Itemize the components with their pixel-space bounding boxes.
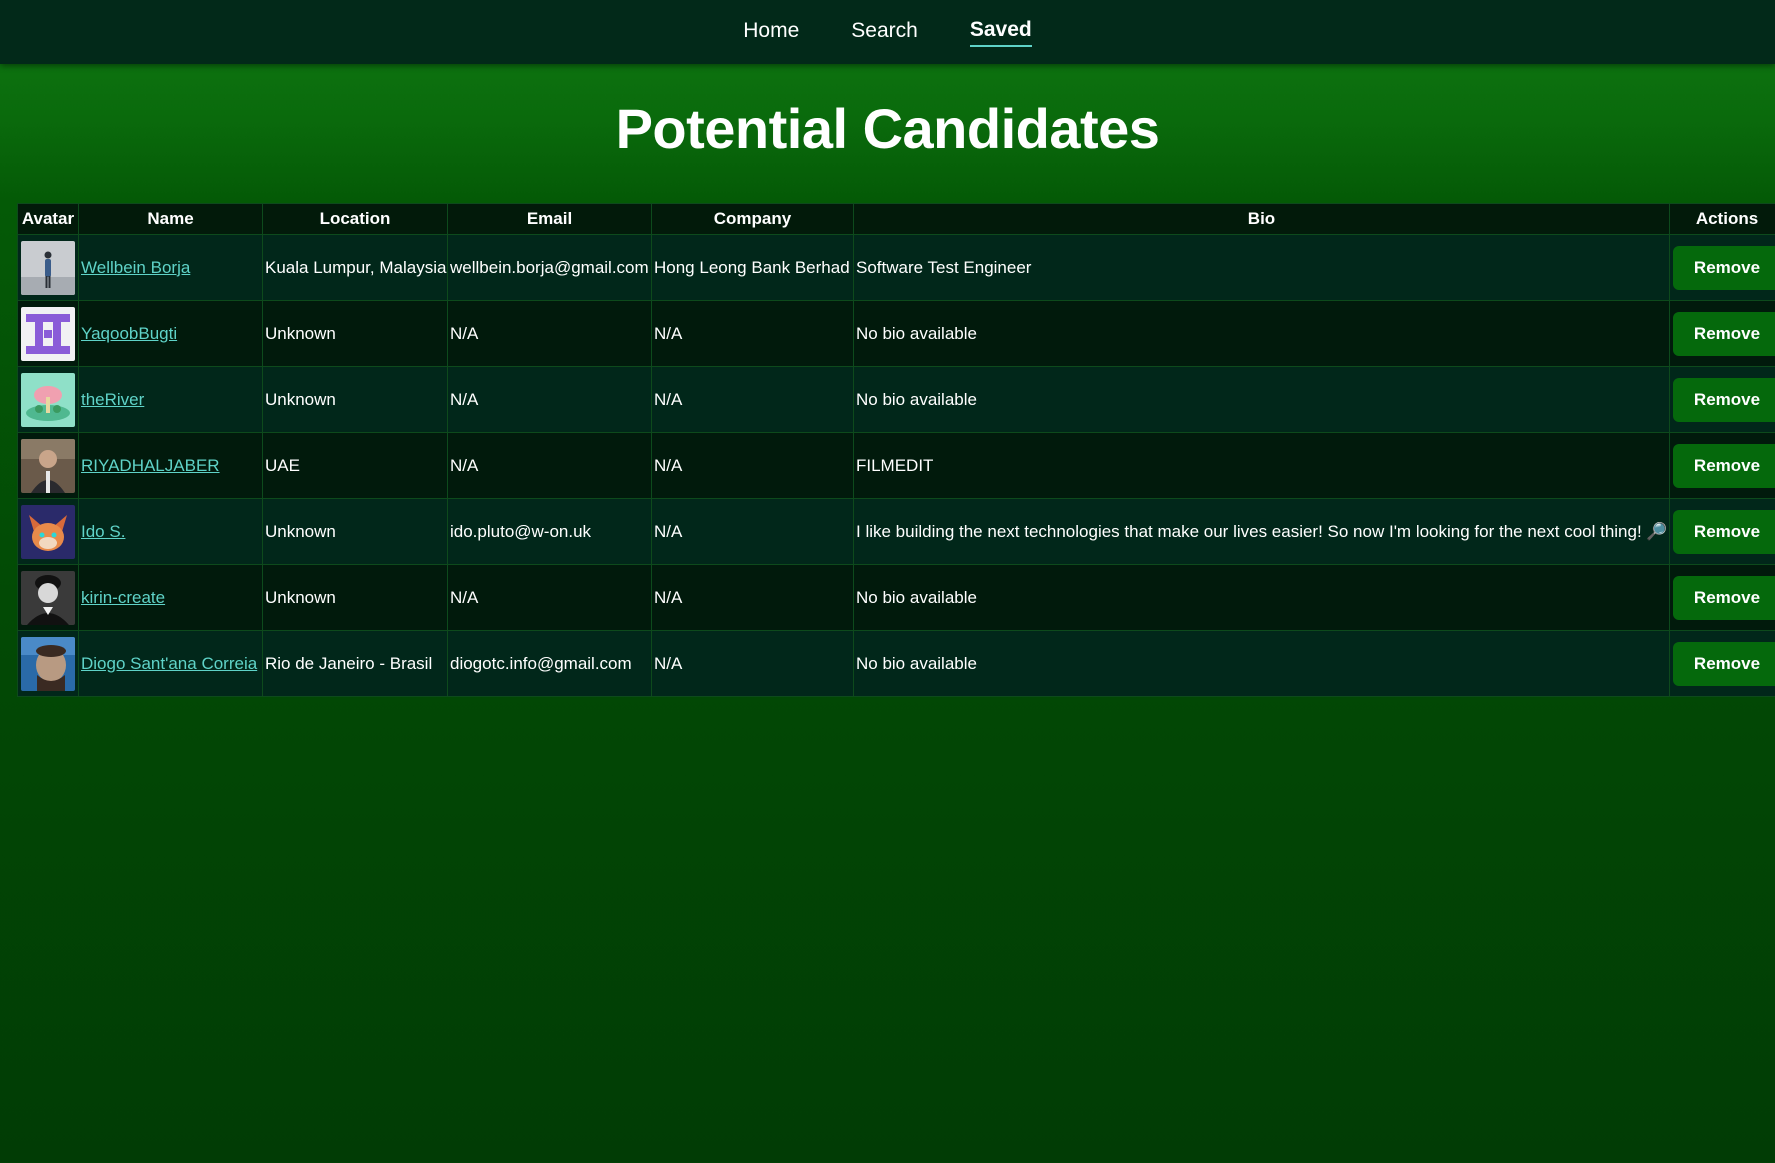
header-company: Company: [651, 203, 854, 235]
bio-cell: I like building the next technologies th…: [853, 498, 1670, 565]
location-cell: Unknown: [262, 300, 448, 367]
company-cell: N/A: [651, 498, 854, 565]
candidate-name-link[interactable]: RIYADHALJABER: [81, 456, 220, 475]
header-bio: Bio: [853, 203, 1670, 235]
avatar-cell: [17, 300, 79, 367]
avatar: [21, 570, 75, 625]
bio-cell: No bio available: [853, 630, 1670, 697]
company-cell: N/A: [651, 300, 854, 367]
actions-cell: Remove: [1669, 498, 1775, 565]
email-cell: N/A: [447, 366, 652, 433]
email-cell: N/A: [447, 432, 652, 499]
candidate-name-link[interactable]: Ido S.: [81, 522, 125, 541]
header-avatar: Avatar: [17, 203, 79, 235]
remove-button[interactable]: Remove: [1673, 443, 1775, 488]
avatar: [21, 438, 75, 493]
bio-cell: No bio available: [853, 564, 1670, 631]
avatar-cell: [17, 234, 79, 301]
actions-cell: Remove: [1669, 366, 1775, 433]
actions-cell: Remove: [1669, 564, 1775, 631]
location-cell: UAE: [262, 432, 448, 499]
company-cell: Hong Leong Bank Berhad: [651, 234, 854, 301]
email-cell: ido.pluto@w-on.uk: [447, 498, 652, 565]
candidate-name-link[interactable]: Diogo Sant'ana Correia: [81, 654, 257, 673]
actions-cell: Remove: [1669, 300, 1775, 367]
name-cell: Wellbein Borja: [78, 234, 263, 301]
location-cell: Unknown: [262, 366, 448, 433]
candidate-name-link[interactable]: Wellbein Borja: [81, 258, 190, 277]
location-cell: Unknown: [262, 498, 448, 565]
bio-cell: Software Test Engineer: [853, 234, 1670, 301]
location-cell: Kuala Lumpur, Malaysia: [262, 234, 448, 301]
table-row: theRiver Unknown N/A N/A No bio availabl…: [17, 366, 1775, 433]
bio-cell: No bio available: [853, 366, 1670, 433]
name-cell: theRiver: [78, 366, 263, 433]
avatar: [21, 372, 75, 427]
header-name: Name: [78, 203, 263, 235]
header-email: Email: [447, 203, 652, 235]
company-cell: N/A: [651, 630, 854, 697]
avatar: [21, 504, 75, 559]
avatar-cell: [17, 366, 79, 433]
name-cell: Ido S.: [78, 498, 263, 565]
avatar-cell: [17, 564, 79, 631]
candidates-table: Avatar Name Location Email Company Bio A…: [17, 203, 1775, 697]
bio-text: I like building the next technologies th…: [856, 521, 1642, 541]
candidates-table-container: Avatar Name Location Email Company Bio A…: [17, 203, 1775, 697]
bio-cell: FILMEDIT: [853, 432, 1670, 499]
table-row: Ido S. Unknown ido.pluto@w-on.uk N/A I l…: [17, 498, 1775, 565]
avatar-cell: [17, 630, 79, 697]
remove-button[interactable]: Remove: [1673, 575, 1775, 620]
avatar: [21, 306, 75, 361]
avatar: [21, 240, 75, 295]
location-cell: Unknown: [262, 564, 448, 631]
actions-cell: Remove: [1669, 234, 1775, 301]
table-header-row: Avatar Name Location Email Company Bio A…: [17, 203, 1775, 235]
name-cell: RIYADHALJABER: [78, 432, 263, 499]
email-cell: N/A: [447, 564, 652, 631]
candidate-name-link[interactable]: theRiver: [81, 390, 144, 409]
remove-button[interactable]: Remove: [1673, 311, 1775, 356]
remove-button[interactable]: Remove: [1673, 641, 1775, 686]
table-row: RIYADHALJABER UAE N/A N/A FILMEDIT Remov…: [17, 432, 1775, 499]
name-cell: YaqoobBugti: [78, 300, 263, 367]
candidate-name-link[interactable]: kirin-create: [81, 588, 165, 607]
nav-saved-link[interactable]: Saved: [969, 18, 1032, 47]
location-cell: Rio de Janeiro - Brasil: [262, 630, 448, 697]
candidate-name-link[interactable]: YaqoobBugti: [81, 324, 177, 343]
magnifier-icon: 🔎: [1646, 521, 1668, 541]
name-cell: Diogo Sant'ana Correia: [78, 630, 263, 697]
nav-search-link[interactable]: Search: [851, 19, 918, 46]
nav-home-link[interactable]: Home: [743, 19, 799, 46]
top-navigation: Home Search Saved: [0, 0, 1775, 64]
actions-cell: Remove: [1669, 432, 1775, 499]
company-cell: N/A: [651, 366, 854, 433]
remove-button[interactable]: Remove: [1673, 509, 1775, 554]
page-title: Potential Candidates: [615, 97, 1160, 160]
header-location: Location: [262, 203, 448, 235]
email-cell: wellbein.borja@gmail.com: [447, 234, 652, 301]
actions-cell: Remove: [1669, 630, 1775, 697]
company-cell: N/A: [651, 432, 854, 499]
table-row: Wellbein Borja Kuala Lumpur, Malaysia we…: [17, 234, 1775, 301]
name-cell: kirin-create: [78, 564, 263, 631]
remove-button[interactable]: Remove: [1673, 245, 1775, 290]
email-cell: diogotc.info@gmail.com: [447, 630, 652, 697]
table-row: YaqoobBugti Unknown N/A N/A No bio avail…: [17, 300, 1775, 367]
bio-cell: No bio available: [853, 300, 1670, 367]
table-row: kirin-create Unknown N/A N/A No bio avai…: [17, 564, 1775, 631]
table-row: Diogo Sant'ana Correia Rio de Janeiro - …: [17, 630, 1775, 697]
avatar: [21, 636, 75, 691]
avatar-cell: [17, 498, 79, 565]
avatar-cell: [17, 432, 79, 499]
company-cell: N/A: [651, 564, 854, 631]
remove-button[interactable]: Remove: [1673, 377, 1775, 422]
email-cell: N/A: [447, 300, 652, 367]
header-actions: Actions: [1669, 203, 1775, 235]
